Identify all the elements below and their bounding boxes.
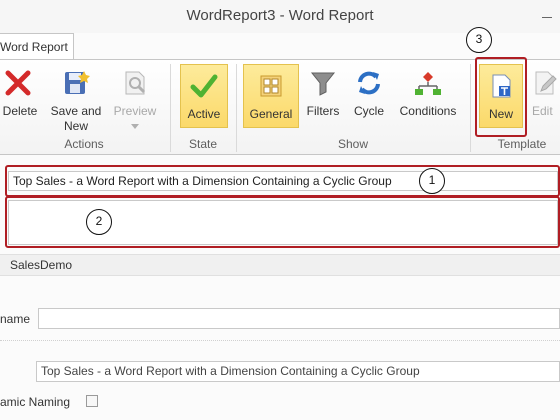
conditions-label: Conditions (399, 104, 457, 118)
name-label: name (0, 312, 31, 326)
general-icon (260, 75, 282, 97)
edit-icon (535, 71, 557, 95)
callout-number-1: 1 (419, 168, 445, 194)
report-title-input[interactable]: Top Sales - a Word Report with a Dimensi… (8, 171, 558, 191)
preview-dropdown-icon (131, 124, 139, 129)
name-preview-field: Top Sales - a Word Report with a Dimensi… (36, 361, 560, 382)
filters-button[interactable]: Filters (303, 62, 343, 132)
minimize-button[interactable] (536, 8, 560, 26)
cycle-label: Cycle (353, 104, 384, 118)
window-title: WordReport3 - Word Report (186, 7, 374, 24)
callout-number-2: 2 (86, 209, 112, 235)
edit-label: Edit (532, 104, 553, 118)
save-label-line2: New (63, 119, 88, 133)
divider (0, 340, 560, 341)
tab-label: Word Report (0, 40, 68, 54)
filter-icon (310, 72, 336, 96)
cycle-button[interactable]: Cycle (348, 62, 390, 132)
active-button[interactable]: Active (180, 64, 228, 128)
dynamic-naming-checkbox[interactable] (86, 395, 98, 407)
active-label: Active (187, 107, 221, 121)
general-label: General (249, 107, 293, 121)
conditions-icon (415, 72, 441, 95)
preview-label: Preview (113, 104, 157, 118)
save-label-line1: Save and (50, 104, 102, 118)
filters-label: Filters (306, 104, 340, 118)
preview-icon (125, 71, 146, 95)
callout-box-3 (475, 57, 527, 137)
general-button[interactable]: General (243, 64, 299, 128)
dynamic-naming-label: amic Naming (0, 395, 71, 409)
app-name: SalesDemo (10, 258, 73, 272)
save-new-icon (65, 71, 90, 94)
separator (470, 64, 471, 152)
delete-button[interactable]: Delete (0, 62, 40, 132)
tab-word-report[interactable]: Word Report (0, 33, 74, 60)
cycle-icon (358, 71, 380, 95)
group-label-state: State (188, 137, 218, 151)
app-name-bar: SalesDemo (0, 254, 560, 276)
delete-label: Delete (2, 104, 38, 118)
save-and-new-button[interactable]: Save and New (48, 62, 104, 134)
callout-number-3: 3 (466, 27, 492, 53)
separator (236, 64, 237, 152)
name-input[interactable] (38, 308, 560, 329)
group-label-show: Show (337, 137, 369, 151)
group-label-actions: Actions (64, 137, 104, 151)
preview-button[interactable]: Preview (110, 62, 160, 134)
group-label-template: Template (497, 137, 547, 151)
edit-button[interactable]: Edit (527, 62, 560, 132)
conditions-button[interactable]: Conditions (396, 62, 460, 132)
separator (170, 64, 171, 152)
checkmark-icon (190, 74, 218, 98)
delete-icon (5, 70, 31, 96)
